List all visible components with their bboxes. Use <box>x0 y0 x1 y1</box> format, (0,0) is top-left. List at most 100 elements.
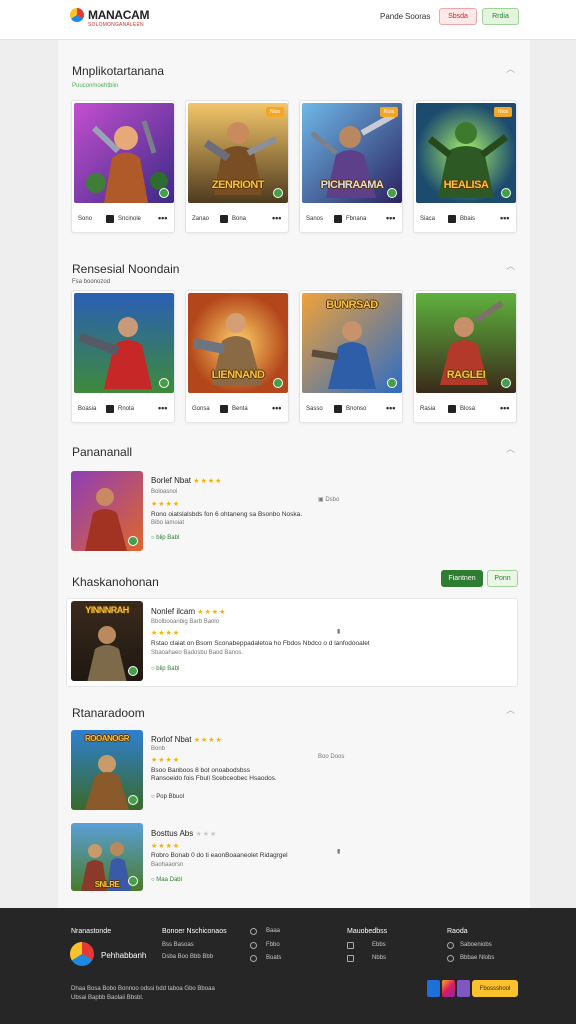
play-icon[interactable] <box>273 378 283 388</box>
chevron-up-icon[interactable]: ︿ <box>506 442 515 455</box>
game-description: Rstao claiat on Bsom Sconabeppadaletoa h… <box>151 640 370 647</box>
play-icon[interactable] <box>159 188 169 198</box>
more-options-icon[interactable]: ••• <box>386 403 395 413</box>
controller-icon <box>448 215 456 223</box>
game-art-title: YINNNRAH <box>85 605 129 615</box>
chevron-up-icon[interactable]: ︿ <box>506 259 515 272</box>
more-options-icon[interactable]: ••• <box>158 403 167 413</box>
mail-icon[interactable] <box>457 980 470 997</box>
section-title-classic: Khaskanohonan <box>72 575 159 589</box>
game-card[interactable]: Boasia Rnota ••• <box>71 290 175 423</box>
section-title-recommended: Rensesial Noondain <box>72 262 180 276</box>
game-thumbnail[interactable] <box>71 471 143 551</box>
play-icon[interactable] <box>387 188 397 198</box>
logo-text: MANACAM <box>88 8 150 22</box>
site-logo[interactable]: MANACAM SOLOMONGANALEEN <box>70 8 160 30</box>
footer-link[interactable]: Bbbae Nlobs <box>460 955 494 961</box>
game-card[interactable]: Sono Sncinole ••• <box>71 100 175 233</box>
more-options-icon[interactable]: ••• <box>500 403 509 413</box>
facebook-icon[interactable] <box>427 980 440 997</box>
play-icon[interactable] <box>128 795 138 805</box>
play-icon[interactable] <box>128 876 138 886</box>
game-thumbnail[interactable]: LIENNAND <box>188 293 288 393</box>
controller-icon <box>220 215 228 223</box>
game-art-title: ROOANOGR <box>85 734 130 743</box>
play-icon[interactable] <box>501 188 511 198</box>
game-thumbnail[interactable] <box>74 293 174 393</box>
primary-filter-button[interactable]: Fiantnen <box>441 570 483 587</box>
section-title-popular: Panananall <box>72 445 133 459</box>
footer-link[interactable]: Nbbs <box>372 955 386 961</box>
card-footer: Sono Sncinole ••• <box>78 213 172 225</box>
footer-cta-button[interactable]: Fbossshool <box>472 980 518 997</box>
play-link[interactable]: Pop Bbuol <box>151 794 184 800</box>
game-title[interactable]: Rorlof Nbat ★★★★ <box>151 735 223 744</box>
more-options-icon[interactable]: ••• <box>272 403 281 413</box>
game-card[interactable]: BUNRSAD Sasso Bnonso ••• <box>299 290 403 423</box>
play-icon[interactable] <box>128 666 138 676</box>
play-icon[interactable] <box>273 188 283 198</box>
game-card[interactable]: Nios HEALISA Siaca Bbais ••• <box>413 100 517 233</box>
play-icon[interactable] <box>159 378 169 388</box>
more-options-icon[interactable]: ••• <box>386 213 395 223</box>
play-icon[interactable] <box>501 378 511 388</box>
footer-link[interactable]: Baaa <box>266 928 280 934</box>
game-thumbnail[interactable] <box>74 103 174 203</box>
footer-link[interactable]: Fbbo <box>266 942 280 948</box>
game-thumbnail[interactable]: Nios ZENRIONT <box>188 103 288 203</box>
game-card[interactable]: Nios PICHRAAMA Sanos Fbnana ••• <box>299 100 403 233</box>
game-thumbnail[interactable]: ROOANOGR <box>71 730 143 810</box>
rating-stars: ★★★★ <box>151 757 181 764</box>
footer-link[interactable]: Ebbs <box>372 942 386 948</box>
more-options-icon[interactable]: ••• <box>500 213 509 223</box>
new-badge: Nios <box>494 107 512 117</box>
play-icon[interactable] <box>387 378 397 388</box>
card-label: Sasso <box>306 406 323 412</box>
footer-link[interactable]: Saboeniobs <box>460 942 492 948</box>
footer-link[interactable]: Dsba Boo Bbb Bbb <box>162 954 213 960</box>
play-link[interactable]: blip Babl <box>151 535 179 541</box>
controller-icon <box>448 405 456 413</box>
footer-link[interactable]: Bss Basoas <box>162 942 194 948</box>
game-thumbnail[interactable]: Nios PICHRAAMA <box>302 103 402 203</box>
game-meta-secondary: Bibo lamoiat <box>151 520 185 526</box>
game-card[interactable]: RAGLEI Rasia Blosa ••• <box>413 290 517 423</box>
section-subtitle-recommended[interactable]: Fsa boonozod <box>72 279 110 285</box>
chevron-up-icon[interactable]: ︿ <box>506 703 515 716</box>
new-badge: Nios <box>266 107 284 117</box>
play-icon[interactable] <box>128 536 138 546</box>
card-label: Zanao <box>192 216 210 222</box>
instagram-icon[interactable] <box>442 980 455 997</box>
game-description: Robro Bonab 0 do ti eaonBoaaneolet Ridag… <box>151 852 288 859</box>
login-button[interactable]: Sbsda <box>439 8 477 25</box>
secondary-filter-button[interactable]: Ponn <box>487 570 518 587</box>
game-art-title: HEALISA <box>443 179 489 191</box>
more-options-icon[interactable]: ••• <box>272 213 281 223</box>
game-card[interactable]: LIENNAND Gonsa Benta ••• <box>185 290 289 423</box>
game-card[interactable]: Nios ZENRIONT Zanao Bona ••• <box>185 100 289 233</box>
help-icon <box>250 942 257 949</box>
footer-brand-name: Pehhabbanh <box>101 951 147 960</box>
footer-logo-icon[interactable] <box>70 942 94 966</box>
footer-link[interactable]: Boats <box>266 955 281 961</box>
nav-link-1[interactable]: Pande <box>380 12 403 21</box>
nav-link-2[interactable]: Sooras <box>405 12 430 21</box>
chevron-up-icon[interactable]: ︿ <box>506 62 515 75</box>
game-title[interactable]: Bosttus Abs ★★★ <box>151 829 217 838</box>
card-label: Bbais <box>460 216 476 222</box>
play-link[interactable]: blip Babl <box>151 666 179 672</box>
signup-button[interactable]: Rrdia <box>482 8 519 25</box>
card-label: Bnonso <box>346 406 367 412</box>
game-title[interactable]: Borlef Nbat ★★★★ <box>151 476 222 485</box>
document-icon <box>347 942 354 949</box>
game-title[interactable]: Nonlef ilcam ★★★★ <box>151 607 226 616</box>
play-link[interactable]: Maa Dabl <box>151 877 182 883</box>
more-options-icon[interactable]: ••• <box>158 213 167 223</box>
game-thumbnail[interactable]: RAGLEI <box>416 293 516 393</box>
card-label: Sanos <box>306 216 324 222</box>
game-thumbnail[interactable]: SNLRE <box>71 823 143 891</box>
game-thumbnail[interactable]: Nios HEALISA <box>416 103 516 203</box>
game-thumbnail[interactable]: YINNNRAH <box>71 601 143 681</box>
section-subtitle-featured[interactable]: Puuconmoehtbiin <box>72 83 118 89</box>
game-thumbnail[interactable]: BUNRSAD <box>302 293 402 393</box>
